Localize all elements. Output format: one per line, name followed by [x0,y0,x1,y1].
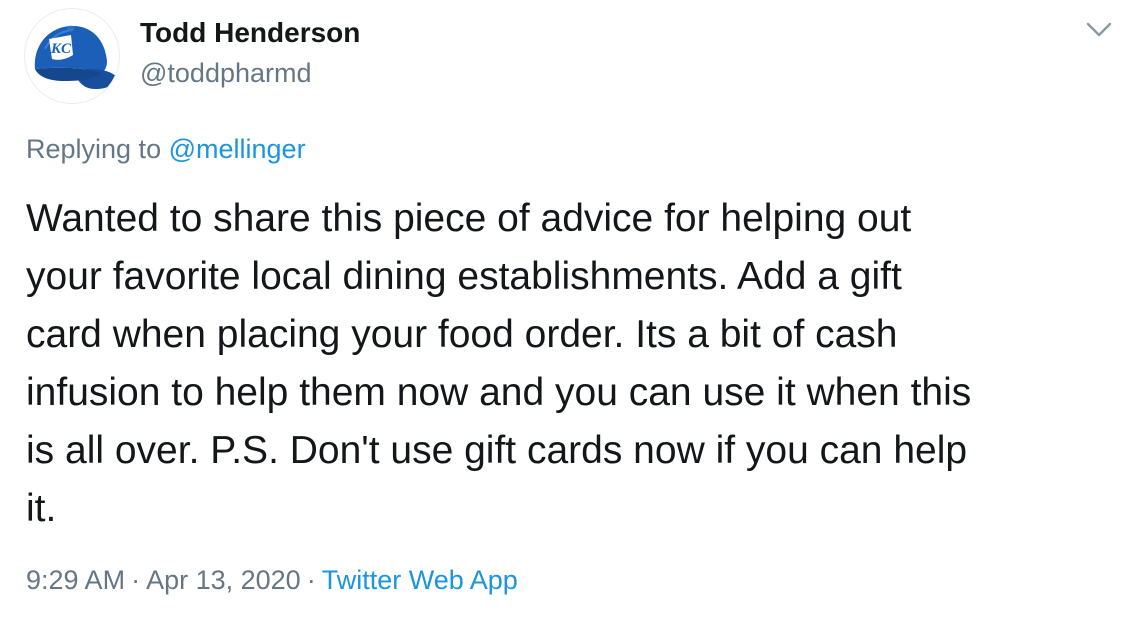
tweet-source-link[interactable]: Twitter Web App [322,565,518,595]
tweet-text-line: infusion to help them now and you can us… [26,371,972,414]
tweet-time-link[interactable]: 9:29 AM [26,565,125,595]
tweet-text-line: Wanted to share this piece of advice for… [26,197,912,240]
chevron-down-icon [1086,22,1112,37]
tweet-text-line: card when placing your food order. Its a… [26,313,898,356]
kc-cap-avatar-icon: KC [25,9,119,103]
tweet-text-line: it. [26,487,57,530]
replying-to-label: Replying to [26,134,162,164]
tweet-text-line: your favorite local dining establishment… [26,255,902,298]
user-handle[interactable]: @toddpharmd [140,56,312,90]
replying-to: Replying to @mellinger [26,132,306,166]
reply-target-link[interactable]: @mellinger [169,134,306,164]
display-name[interactable]: Todd Henderson [140,16,360,50]
more-options-button[interactable] [1084,18,1114,42]
meta-separator: · [306,565,316,595]
tweet-meta: 9:29 AM · Apr 13, 2020 · Twitter Web App [26,562,518,598]
tweet-text: Wanted to share this piece of advice for… [26,190,1116,538]
avatar[interactable]: KC [24,8,120,104]
tweet-card: KC Todd Henderson @toddpharmd Replying t… [0,0,1140,626]
tweet-date-link[interactable]: Apr 13, 2020 [146,565,301,595]
tweet-text-line: is all over. P.S. Don't use gift cards n… [26,429,968,472]
meta-separator: · [131,565,141,595]
kc-logo-text: KC [50,41,72,57]
